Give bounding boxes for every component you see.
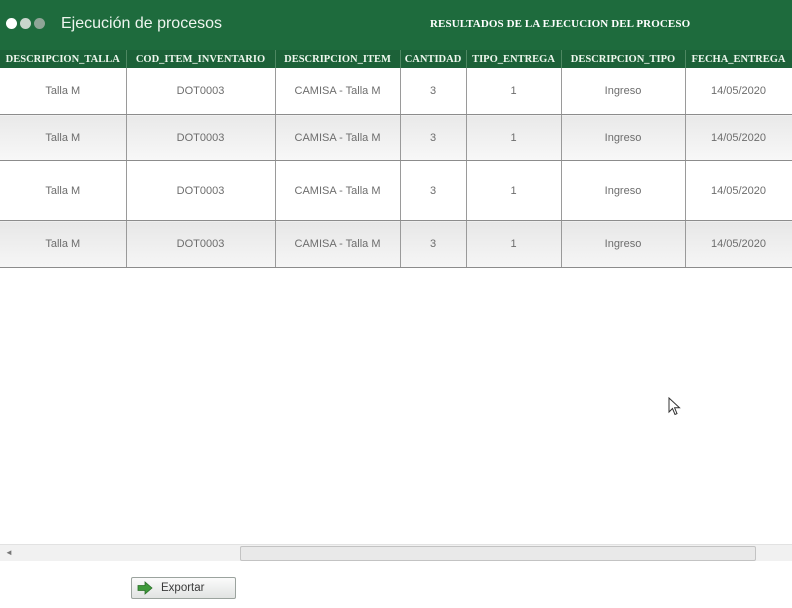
table-row[interactable]: Talla M DOT0003 CAMISA - Talla M 3 1 Ing… — [0, 220, 792, 268]
column-header-cantidad[interactable]: CANTIDAD — [400, 50, 467, 68]
table-cell: 3 — [400, 160, 467, 221]
column-header-tipo-entrega[interactable]: TIPO_ENTREGA — [466, 50, 562, 68]
arrow-right-icon — [137, 581, 153, 595]
mouse-pointer-icon — [668, 397, 681, 416]
table-cell: Talla M — [0, 68, 127, 115]
table-cell: Talla M — [0, 160, 127, 221]
table-cell: 14/05/2020 — [685, 114, 792, 161]
horizontal-scrollbar[interactable]: ◄ — [0, 544, 792, 561]
column-header-fecha-entrega[interactable]: FECHA_ENTREGA — [685, 50, 792, 68]
dot-icon — [6, 18, 17, 29]
table-cell: 14/05/2020 — [685, 68, 792, 115]
table-row[interactable]: Talla M DOT0003 CAMISA - Talla M 3 1 Ing… — [0, 114, 792, 161]
table-cell: Talla M — [0, 220, 127, 268]
dot-icon — [20, 18, 31, 29]
export-label: Exportar — [161, 582, 205, 594]
app-title: Ejecución de procesos — [61, 15, 222, 32]
table-cell: 3 — [400, 68, 467, 115]
arrow-left-icon[interactable]: ◄ — [2, 547, 16, 559]
table-cell: DOT0003 — [126, 220, 276, 268]
table-cell: Ingreso — [561, 114, 686, 161]
window-dots — [6, 18, 45, 29]
table-cell: Talla M — [0, 114, 127, 161]
column-header-descripcion-tipo[interactable]: DESCRIPCION_TIPO — [561, 50, 686, 68]
table-cell: 1 — [466, 220, 562, 268]
table-cell: 14/05/2020 — [685, 160, 792, 221]
column-header-descripcion-talla[interactable]: DESCRIPCION_TALLA — [0, 50, 127, 68]
table-cell: Ingreso — [561, 160, 686, 221]
column-header-descripcion-item[interactable]: DESCRIPCION_ITEM — [275, 50, 401, 68]
table-row[interactable]: Talla M DOT0003 CAMISA - Talla M 3 1 Ing… — [0, 160, 792, 221]
table-cell: 3 — [400, 114, 467, 161]
table-cell: 14/05/2020 — [685, 220, 792, 268]
table-header-row: DESCRIPCION_TALLA COD_ITEM_INVENTARIO DE… — [0, 50, 792, 68]
table-cell: CAMISA - Talla M — [275, 68, 401, 115]
table-cell: 1 — [466, 114, 562, 161]
table-cell: DOT0003 — [126, 68, 276, 115]
table-cell: 1 — [466, 68, 562, 115]
title-bar: Ejecución de procesos RESULTADOS DE LA E… — [0, 0, 792, 50]
table-cell: 1 — [466, 160, 562, 221]
table-cell: DOT0003 — [126, 114, 276, 161]
scroll-thumb[interactable] — [240, 546, 756, 561]
table-cell: Ingreso — [561, 68, 686, 115]
table-cell: CAMISA - Talla M — [275, 220, 401, 268]
table-cell: DOT0003 — [126, 160, 276, 221]
results-table: DESCRIPCION_TALLA COD_ITEM_INVENTARIO DE… — [0, 50, 792, 268]
table-cell: 3 — [400, 220, 467, 268]
export-button[interactable]: Exportar — [131, 577, 236, 599]
column-header-cod-item-inventario[interactable]: COD_ITEM_INVENTARIO — [126, 50, 276, 68]
table-cell: CAMISA - Talla M — [275, 114, 401, 161]
results-title: RESULTADOS DE LA EJECUCION DEL PROCESO — [430, 18, 691, 30]
dot-icon — [34, 18, 45, 29]
table-row[interactable]: Talla M DOT0003 CAMISA - Talla M 3 1 Ing… — [0, 68, 792, 115]
table-cell: CAMISA - Talla M — [275, 160, 401, 221]
table-cell: Ingreso — [561, 220, 686, 268]
